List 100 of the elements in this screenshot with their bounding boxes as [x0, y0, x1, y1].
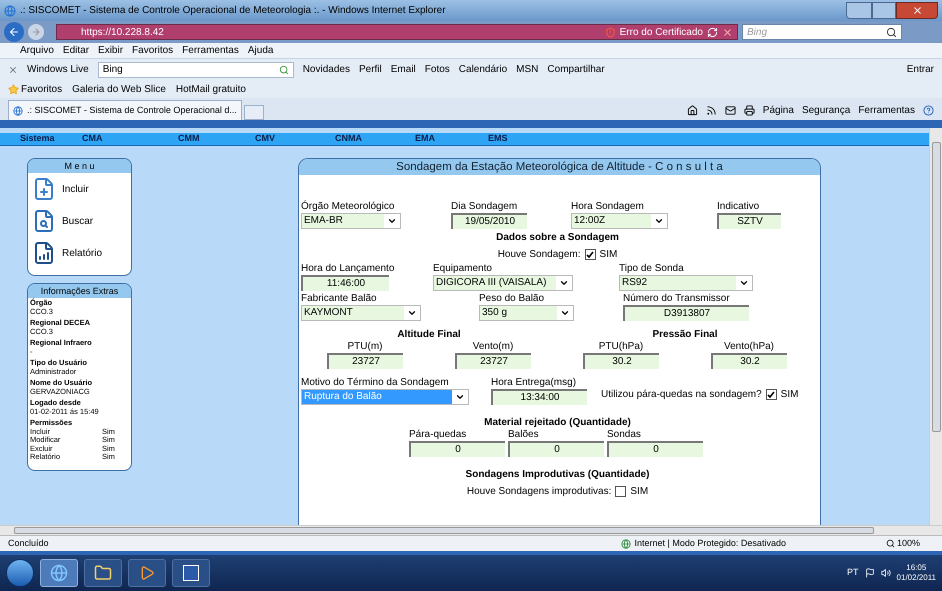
start-button[interactable] — [6, 559, 34, 587]
checkbox[interactable] — [766, 389, 777, 400]
address-field[interactable]: https://10.228.8.42 Erro do Certificado — [56, 24, 738, 40]
input-field[interactable]: 0 — [508, 441, 604, 457]
feed-icon[interactable] — [706, 104, 717, 116]
input-field[interactable]: 0 — [607, 441, 703, 457]
field-label: PTU(m) — [348, 341, 382, 353]
maximize-button[interactable] — [872, 2, 896, 19]
toolbar-brand[interactable]: Windows Live — [27, 62, 89, 77]
checkbox[interactable] — [584, 249, 596, 260]
menu-item[interactable]: Exibir — [98, 43, 124, 58]
toolbar-sign-in-button[interactable]: Entrar — [906, 62, 934, 77]
menu-item[interactable]: Arquivo — [20, 43, 54, 58]
nav-link[interactable]: CMM — [178, 132, 255, 146]
checkbox-label: Houve Sondagem: — [498, 248, 581, 262]
checkbox[interactable] — [615, 486, 626, 497]
vertical-scrollbar[interactable] — [929, 128, 942, 525]
field-label: Hora Sondagem — [571, 201, 645, 213]
toolbar-link[interactable]: MSN — [516, 62, 538, 77]
input-field[interactable]: SZTV — [717, 213, 781, 229]
toolbar-link[interactable]: Novidades — [302, 62, 350, 77]
input-field[interactable]: 30.2 — [583, 353, 659, 369]
favorites-link[interactable]: HotMail gratuito — [176, 82, 246, 96]
taskbar-button[interactable] — [172, 559, 210, 587]
input-field[interactable]: 23727 — [455, 353, 531, 369]
form-title: Sondagem da Estação Meteorológica de Altitude - C o n s u l t a — [299, 159, 820, 175]
help-icon[interactable] — [923, 104, 934, 116]
menu-link[interactable]: Incluir — [32, 177, 131, 201]
forward-arrow-icon — [31, 27, 41, 37]
field-label: Fabricante Balão — [301, 293, 378, 305]
close-button[interactable] — [896, 2, 938, 19]
command-menu[interactable]: Página — [762, 102, 794, 118]
command-menu[interactable]: Ferramentas — [858, 102, 915, 118]
horizontal-scrollbar[interactable] — [0, 525, 942, 535]
dropdown[interactable]: DIGICORA III (VAISALA) — [433, 275, 573, 291]
input-field[interactable]: D3913807 — [623, 305, 749, 321]
dropdown[interactable]: KAYMONT — [301, 305, 421, 321]
back-button[interactable] — [4, 22, 24, 42]
stop-icon[interactable] — [722, 26, 733, 38]
input-field[interactable]: 13:34:00 — [491, 389, 587, 405]
nav-link[interactable]: CMV — [255, 132, 335, 146]
clock[interactable]: 16:05 01/02/2011 — [896, 563, 936, 583]
close-toolbar-icon[interactable] — [8, 64, 18, 74]
input-field[interactable]: 23727 — [327, 353, 403, 369]
dropdown[interactable]: 350 g — [479, 305, 574, 321]
home-icon[interactable] — [686, 104, 698, 116]
command-menu[interactable]: Segurança — [802, 102, 850, 118]
input-field[interactable]: 19/05/2010 — [451, 213, 527, 229]
field-label: Hora do Lançamento — [301, 263, 396, 275]
back-arrow-icon — [8, 26, 20, 38]
toolbar-link[interactable]: Email — [390, 62, 416, 77]
taskbar-button[interactable] — [128, 559, 166, 587]
favorites-button[interactable]: Favoritos — [21, 82, 62, 96]
toolbar-search-field[interactable]: Bing — [98, 62, 294, 78]
field-label: Pára-quedas — [409, 429, 468, 441]
taskbar-button[interactable] — [84, 559, 122, 587]
volume-icon[interactable] — [880, 568, 891, 578]
language-indicator[interactable]: PT — [847, 566, 859, 580]
nav-link[interactable]: EMA — [415, 132, 488, 146]
dropdown[interactable]: RS92 — [619, 275, 753, 291]
section-heading: Material rejeitado (Quantidade) — [483, 417, 632, 429]
toolbar-link[interactable]: Compartilhar — [547, 62, 605, 77]
input-field[interactable]: 0 — [409, 441, 505, 457]
checkmark-icon — [767, 390, 776, 398]
favorites-link[interactable]: Galeria do Web Slice — [72, 82, 166, 96]
menu-item[interactable]: Favoritos — [132, 43, 174, 58]
menu-item[interactable]: Ferramentas — [182, 43, 239, 58]
document-plus-icon — [32, 177, 56, 201]
input-field[interactable]: 11:46:00 — [301, 275, 389, 291]
flag-icon[interactable] — [864, 568, 875, 578]
refresh-icon[interactable] — [707, 26, 718, 38]
input-field[interactable]: 30.2 — [711, 353, 787, 369]
dropdown[interactable]: EMA-BR — [301, 213, 401, 229]
checkbox-label: Utilizou pára-quedas na sondagem? — [601, 388, 762, 402]
certificate-error-text[interactable]: Erro do Certificado — [620, 24, 703, 40]
dropdown[interactable]: 12:00Z — [571, 213, 668, 229]
menu-item[interactable]: Editar — [62, 43, 90, 58]
nav-link[interactable]: CNMA — [335, 132, 415, 146]
document-icon — [183, 565, 199, 581]
menu-item[interactable]: Ajuda — [248, 43, 274, 58]
field-label: Tipo de Sonda — [619, 263, 685, 275]
search-icon[interactable] — [886, 26, 897, 38]
toolbar-link[interactable]: Fotos — [424, 62, 450, 77]
menu-link[interactable]: Buscar — [32, 209, 131, 233]
nav-link[interactable]: CMA — [82, 132, 178, 146]
browser-tab[interactable]: .: SISCOMET - Sistema de Controle Operacional d... — [8, 100, 242, 120]
toolbar-link[interactable]: Calendário — [458, 62, 508, 77]
print-icon[interactable] — [744, 104, 755, 116]
field-label: Vento(hPa) — [724, 341, 774, 353]
toolbar-link[interactable]: Perfil — [358, 62, 382, 77]
mail-icon[interactable] — [724, 104, 736, 116]
nav-link[interactable]: Sistema — [20, 132, 82, 146]
checkbox-option: SIM — [600, 247, 618, 262]
field-label: Sondas — [607, 429, 642, 441]
nav-link[interactable]: EMS — [488, 132, 548, 146]
minimize-button[interactable] — [846, 2, 872, 19]
security-zone: Internet | Modo Protegido: Desativado — [634, 536, 786, 550]
field-label: Balões — [508, 429, 540, 441]
menu-link[interactable]: Relatório — [32, 241, 131, 265]
zoom-level[interactable]: 100% — [896, 536, 920, 550]
